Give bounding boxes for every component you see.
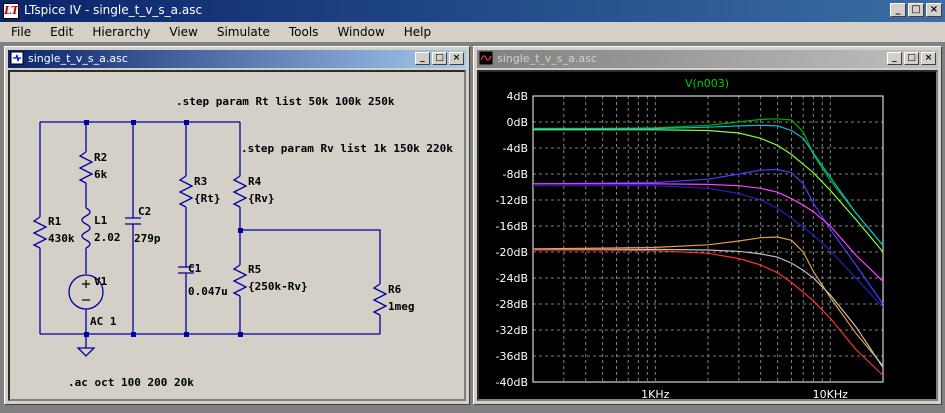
- r2-ref: R2: [94, 151, 107, 164]
- y-tick-label: -24dB: [496, 272, 529, 285]
- r2-value: 6k: [94, 168, 108, 181]
- trace-label-vn003[interactable]: V(n003): [685, 77, 729, 90]
- r6-value: 1meg: [388, 300, 415, 313]
- c2-ref: C2: [138, 205, 151, 218]
- waveform-title-bar[interactable]: single_t_v_s_a.asc _ □ ×: [477, 50, 938, 68]
- schematic-title-bar[interactable]: single_t_v_s_a.asc _ □ ×: [8, 50, 466, 68]
- r4-ref: R4: [248, 175, 262, 188]
- y-tick-label: -12dB: [496, 194, 529, 207]
- y-tick-label: -4dB: [503, 142, 529, 155]
- c1-value: 0.047u: [188, 285, 228, 298]
- app-title-bar[interactable]: LT LTspice IV - single_t_v_s_a.asc _ □ ×: [0, 0, 945, 22]
- l1-ref: L1: [94, 214, 108, 227]
- y-tick-label: 4dB: [506, 90, 528, 103]
- directive-ac[interactable]: .ac oct 100 200 20k: [68, 376, 194, 389]
- x-tick-label: 10KHz: [813, 388, 848, 401]
- waveform-title: single_t_v_s_a.asc: [497, 52, 597, 65]
- y-tick-label: -36dB: [496, 350, 529, 363]
- directive-step-rt[interactable]: .step param Rt list 50k 100k 250k: [176, 95, 395, 108]
- y-tick-label: -28dB: [496, 298, 529, 311]
- c1-ref: C1: [188, 262, 202, 275]
- y-tick-label: -32dB: [496, 324, 529, 337]
- schematic-title: single_t_v_s_a.asc: [28, 52, 128, 65]
- r5-ref: R5: [248, 263, 261, 276]
- schematic-canvas[interactable]: .step param Rt list 50k 100k 250k .step …: [8, 70, 466, 401]
- schematic-icon: [10, 51, 24, 65]
- r4-value: {Rv}: [248, 192, 275, 205]
- x-tick-label: 1KHz: [641, 388, 669, 401]
- y-tick-label: -20dB: [496, 246, 529, 259]
- waveform-icon: [479, 51, 493, 65]
- app-title: LTspice IV - single_t_v_s_a.asc: [24, 3, 203, 17]
- r3-value: {Rt}: [194, 192, 221, 205]
- y-tick-label: 0dB: [506, 116, 528, 129]
- r6-ref: R6: [388, 283, 402, 296]
- menu-window[interactable]: Window: [326, 25, 392, 39]
- schematic-maximize-button[interactable]: □: [432, 52, 447, 65]
- menu-tools[interactable]: Tools: [278, 25, 327, 39]
- v1-value: AC 1: [90, 315, 117, 328]
- y-tick-label: -16dB: [496, 220, 529, 233]
- l1-value: 2.02: [94, 231, 121, 244]
- y-tick-label: -40dB: [496, 376, 529, 389]
- y-tick-label: -8dB: [503, 168, 529, 181]
- schematic-minimize-button[interactable]: _: [415, 52, 430, 65]
- waveform-maximize-button[interactable]: □: [904, 52, 919, 65]
- schematic-drawing[interactable]: .step param Rt list 50k 100k 250k .step …: [10, 72, 466, 401]
- r1-value: 430k: [48, 232, 75, 245]
- maximize-button[interactable]: □: [908, 3, 924, 17]
- menu-hierarchy[interactable]: Hierarchy: [81, 25, 158, 39]
- waveform-window[interactable]: single_t_v_s_a.asc _ □ × V(n003) 4dB 0dB -…: [473, 46, 942, 405]
- menu-help[interactable]: Help: [393, 25, 439, 39]
- directive-step-rv[interactable]: .step param Rv list 1k 150k 220k: [241, 142, 453, 155]
- schematic-close-button[interactable]: ×: [449, 52, 464, 65]
- bode-plot[interactable]: V(n003) 4dB 0dB -4dB -8dB -12dB -16dB -20dB -24…: [479, 72, 938, 401]
- minimize-button[interactable]: _: [890, 3, 906, 17]
- v1-ref: V1: [94, 275, 108, 288]
- menu-file[interactable]: File: [0, 25, 39, 39]
- mdi-client-area: single_t_v_s_a.asc _ □ × .step param Rt …: [0, 42, 945, 413]
- waveform-close-button[interactable]: ×: [921, 52, 936, 65]
- waveform-minimize-button[interactable]: _: [887, 52, 902, 65]
- r1-ref: R1: [48, 215, 62, 228]
- menu-edit[interactable]: Edit: [39, 25, 81, 39]
- ltspice-logo-icon: LT: [3, 3, 20, 19]
- r3-ref: R3: [194, 175, 207, 188]
- menu-view[interactable]: View: [158, 25, 205, 39]
- menu-bar: File Edit Hierarchy View Simulate Tools …: [0, 22, 945, 42]
- menu-simulate[interactable]: Simulate: [206, 25, 278, 39]
- r5-value: {250k-Rv}: [248, 280, 308, 293]
- c2-value: 279p: [134, 232, 161, 245]
- waveform-canvas[interactable]: V(n003) 4dB 0dB -4dB -8dB -12dB -16dB -20dB -24…: [477, 70, 938, 401]
- close-button[interactable]: ×: [926, 3, 942, 17]
- schematic-window[interactable]: single_t_v_s_a.asc _ □ × .step param Rt …: [4, 46, 470, 405]
